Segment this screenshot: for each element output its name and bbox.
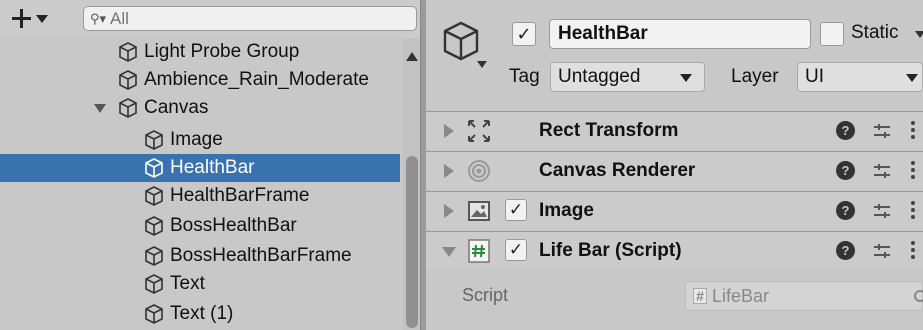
script-field[interactable]: # LifeBar — [685, 281, 923, 311]
preset-icon[interactable] — [871, 160, 893, 182]
hierarchy-item-label: Ambience_Rain_Moderate — [144, 69, 369, 90]
component-image[interactable]: ✓ Image ? — [426, 191, 923, 229]
gameobject-icon[interactable] — [442, 20, 480, 62]
hierarchy-item-bosshealthbarframe[interactable]: BossHealthBarFrame — [0, 242, 400, 270]
layer-label: Layer — [731, 66, 779, 87]
gameobject-icon — [119, 42, 137, 62]
foldout-collapsed-icon[interactable] — [444, 164, 454, 178]
gameobject-icon — [145, 186, 163, 206]
script-value: LifeBar — [712, 286, 770, 306]
hierarchy-item-label: HealthBarFrame — [170, 185, 310, 206]
static-label: Static — [851, 22, 899, 43]
gameobject-icon — [145, 274, 163, 294]
help-icon[interactable]: ? — [836, 121, 855, 140]
component-life-bar-script[interactable]: ✓ Life Bar (Script) ? — [426, 231, 923, 269]
canvas-renderer-icon — [468, 160, 490, 182]
preset-icon[interactable] — [871, 240, 893, 262]
gameobject-icon — [145, 246, 163, 266]
component-name: Canvas Renderer — [539, 160, 696, 181]
static-checkbox[interactable] — [820, 22, 844, 46]
hierarchy-panel: ⚲▾ Light Probe Group Ambience_Rain_Moder… — [0, 0, 420, 330]
more-options-icon[interactable] — [910, 121, 916, 141]
foldout-expanded-icon[interactable] — [94, 104, 106, 113]
scrollbar-thumb[interactable] — [406, 156, 418, 328]
chevron-down-icon[interactable] — [915, 31, 923, 38]
plus-icon — [10, 7, 32, 29]
help-icon[interactable]: ? — [836, 241, 855, 260]
script-icon — [468, 239, 490, 263]
object-name-field[interactable]: HealthBar — [549, 19, 811, 49]
layer-dropdown[interactable]: UI — [797, 62, 923, 92]
hierarchy-item-ambience-rain[interactable]: Ambience_Rain_Moderate — [0, 66, 400, 94]
hierarchy-item-bosshealthbar[interactable]: BossHealthBar — [0, 212, 400, 240]
more-options-icon[interactable] — [910, 241, 916, 261]
component-enabled-checkbox[interactable]: ✓ — [505, 199, 527, 221]
foldout-expanded-icon[interactable] — [442, 247, 456, 257]
hierarchy-tree: Light Probe Group Ambience_Rain_Moderate… — [0, 38, 400, 330]
component-name: Rect Transform — [539, 120, 679, 141]
hierarchy-item-healthbarframe[interactable]: HealthBarFrame — [0, 182, 400, 210]
component-rect-transform[interactable]: Rect Transform ? — [426, 111, 923, 149]
chevron-down-icon — [680, 74, 692, 82]
active-checkbox[interactable]: ✓ — [512, 22, 536, 46]
gameobject-icon — [145, 304, 163, 324]
hierarchy-item-label: HealthBar — [170, 157, 255, 178]
rect-transform-icon — [468, 120, 490, 142]
hierarchy-item-text-1[interactable]: Text (1) — [0, 300, 400, 328]
hierarchy-item-label: Text — [170, 273, 205, 294]
hierarchy-toolbar: ⚲▾ — [0, 0, 420, 38]
help-icon[interactable]: ? — [836, 161, 855, 180]
search-icon: ⚲▾ — [90, 10, 107, 26]
chevron-down-icon[interactable] — [477, 61, 487, 68]
hierarchy-item-label: Text (1) — [170, 303, 234, 324]
foldout-collapsed-icon[interactable] — [444, 124, 454, 138]
create-button[interactable] — [10, 4, 60, 32]
foldout-collapsed-icon[interactable] — [444, 204, 454, 218]
hierarchy-scrollbar[interactable] — [403, 38, 420, 330]
tag-value: Untagged — [558, 66, 641, 87]
preset-icon[interactable] — [871, 200, 893, 222]
chevron-down-icon — [906, 74, 918, 82]
hierarchy-item-label: BossHealthBarFrame — [170, 245, 352, 266]
more-options-icon[interactable] — [910, 161, 916, 181]
hierarchy-item-healthbar[interactable]: HealthBar — [0, 154, 400, 182]
gameobject-icon — [119, 70, 137, 90]
hierarchy-item-label: Light Probe Group — [144, 41, 300, 62]
search-input[interactable] — [110, 8, 391, 29]
preset-icon[interactable] — [871, 120, 893, 142]
component-canvas-renderer[interactable]: Canvas Renderer ? — [426, 151, 923, 189]
layer-value: UI — [805, 66, 824, 87]
gameobject-icon — [145, 130, 163, 150]
tag-dropdown[interactable]: Untagged — [550, 62, 705, 92]
hierarchy-item-light-probe-group[interactable]: Light Probe Group — [0, 38, 400, 66]
script-icon: # — [693, 288, 707, 304]
hierarchy-item-label: BossHealthBar — [170, 215, 297, 236]
tag-label: Tag — [509, 66, 540, 87]
image-icon — [468, 201, 490, 221]
gameobject-icon — [145, 216, 163, 236]
help-icon[interactable]: ? — [836, 201, 855, 220]
script-label: Script — [462, 285, 509, 305]
component-name: Life Bar (Script) — [539, 240, 682, 261]
object-picker-icon[interactable] — [914, 290, 923, 302]
chevron-down-icon — [36, 15, 48, 23]
hierarchy-search[interactable]: ⚲▾ — [83, 6, 417, 31]
hierarchy-item-label: Canvas — [144, 97, 209, 118]
gameobject-icon — [145, 158, 163, 178]
hierarchy-item-canvas[interactable]: Canvas — [0, 94, 400, 122]
component-name: Image — [539, 200, 594, 221]
component-enabled-checkbox[interactable]: ✓ — [505, 239, 527, 261]
inspector-panel: ✓ HealthBar Static Tag Untagged Layer UI… — [426, 0, 923, 330]
hierarchy-item-label: Image — [170, 129, 223, 150]
scroll-up-icon[interactable] — [406, 52, 418, 61]
hierarchy-item-text[interactable]: Text — [0, 270, 400, 298]
gameobject-icon — [119, 98, 137, 118]
more-options-icon[interactable] — [910, 201, 916, 221]
hierarchy-item-image[interactable]: Image — [0, 126, 400, 154]
